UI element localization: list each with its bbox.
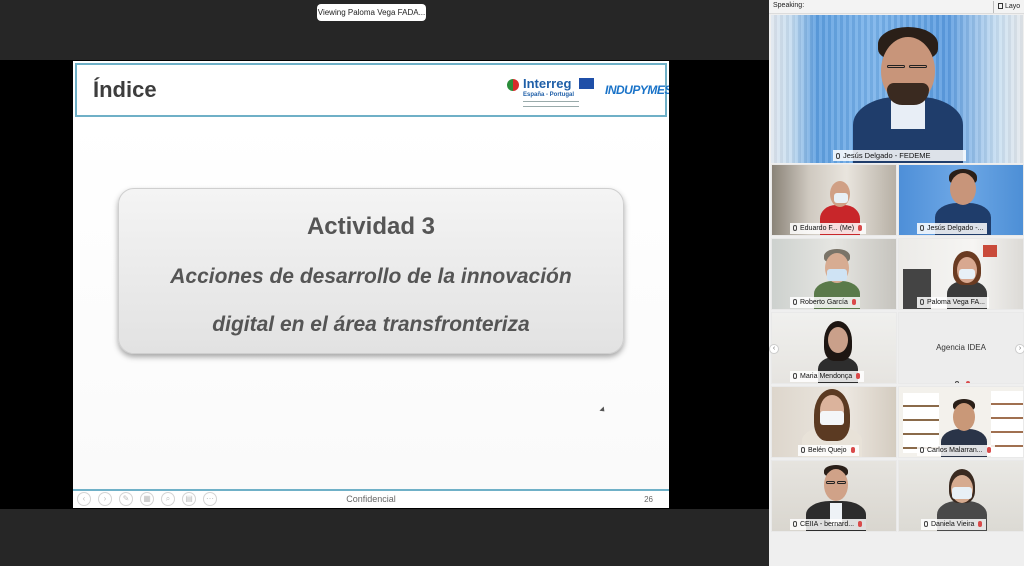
participant-name-label: Carlos Malarran...: [917, 445, 995, 456]
mic-icon: [801, 447, 805, 453]
participant-name-label: Maria Mendonça: [790, 371, 865, 382]
mic-icon: [924, 521, 928, 527]
footer-confidential: Confidencial: [346, 494, 396, 504]
interreg-flag-icon: [507, 79, 519, 91]
eu-flag-icon: [579, 78, 594, 89]
participant-name: CEIIA - bernard...: [800, 521, 855, 528]
participant-name: Carlos Malarran...: [927, 447, 983, 454]
participant-name-label: Jesús Delgado -...: [917, 223, 988, 234]
participant-tile[interactable]: Belén Quejo: [771, 386, 897, 458]
participants-panel: Speaking: Layo Jesús Delgado - FEDEME Ed…: [769, 0, 1024, 566]
active-speaker-video[interactable]: Jesús Delgado - FEDEME: [771, 15, 1023, 163]
participant-tile[interactable]: Agencia IDEA: [898, 312, 1024, 384]
layout-button[interactable]: Layo: [993, 1, 1020, 13]
mic-icon: [836, 153, 840, 159]
participant-tile[interactable]: Eduardo F... (Me): [771, 164, 897, 236]
participant-tile[interactable]: Roberto García: [771, 238, 897, 310]
indupymes-logo: INDUPYMES: [605, 83, 669, 97]
participant-name-label: Eduardo F... (Me): [790, 223, 867, 234]
participant-name: Jesús Delgado -...: [927, 225, 984, 232]
mic-icon: [793, 373, 797, 379]
participant-tile[interactable]: Daniela Vieira: [898, 460, 1024, 532]
scroll-left-arrow-icon[interactable]: ‹: [769, 344, 779, 354]
scroll-right-arrow-icon[interactable]: ›: [1015, 344, 1024, 354]
layout-label: Layo: [1005, 3, 1021, 10]
mic-status: [955, 373, 970, 383]
interreg-logo-subtitle: España - Portugal: [523, 92, 575, 98]
sidebar-top-bar: Speaking: Layo: [769, 0, 1024, 14]
participant-name: Daniela Vieira: [931, 521, 975, 528]
speaker-figure: [853, 27, 963, 163]
mic-icon: [955, 381, 959, 383]
participant-name: Eduardo F... (Me): [800, 225, 855, 232]
card-subtitle-line-2: digital en el área transfronteriza: [212, 313, 530, 336]
speaker-name: Jesús Delgado - FEDEME: [843, 151, 931, 160]
participant-name-label: Belén Quejo: [798, 445, 859, 456]
layout-icon: [998, 3, 1003, 9]
participant-name: Paloma Vega FA...: [927, 299, 985, 306]
slide-header: Índice Interreg España - Portugal INDUPY…: [75, 63, 669, 117]
slide-title: Índice: [93, 77, 157, 102]
slide-footer: ‹ › ✎ ▦ ⌕ ▤ ⋯ Confidencial 26: [73, 489, 669, 508]
speaking-label: Speaking:: [773, 2, 805, 9]
mic-muted-icon: [986, 447, 991, 453]
participant-name-only: Agencia IDEA: [936, 343, 986, 352]
participant-name-label: CEIIA - bernard...: [790, 519, 867, 530]
activity-card: Actividad 3 Acciones de desarrollo de la…: [118, 188, 624, 354]
interreg-logo: Interreg España - Portugal: [507, 75, 595, 111]
participant-tile[interactable]: Maria Mendonça: [771, 312, 897, 384]
card-title: Actividad 3: [306, 213, 436, 240]
participant-name: Maria Mendonça: [800, 373, 853, 380]
participant-name-label: Daniela Vieira: [921, 519, 987, 530]
participant-name-label: Roberto García: [790, 297, 860, 308]
participant-name: Belén Quejo: [808, 447, 847, 454]
bookshelf-left: [903, 393, 939, 453]
viewing-share-badge[interactable]: Viewing Paloma Vega FADA...: [317, 4, 426, 21]
card-subtitle-line-1: Acciones de desarrollo de la innovación: [170, 265, 572, 288]
slide-page-number: 26: [644, 495, 653, 504]
bookshelf-right: [991, 391, 1023, 457]
mic-icon: [793, 299, 797, 305]
interreg-logo-name: Interreg: [523, 76, 572, 91]
mic-muted-icon: [850, 447, 855, 453]
mic-icon: [793, 225, 797, 231]
presentation-slide: Índice Interreg España - Portugal INDUPY…: [73, 61, 669, 508]
mic-icon: [920, 299, 924, 305]
participant-name-label: Paloma Vega FA...: [917, 297, 989, 308]
participant-tile[interactable]: Paloma Vega FA...: [898, 238, 1024, 310]
screen-share-area: Viewing Paloma Vega FADA... Índice Inter…: [0, 0, 769, 566]
participant-tile[interactable]: Carlos Malarran...: [898, 386, 1024, 458]
mic-muted-icon: [856, 373, 861, 379]
mic-muted-icon: [858, 521, 863, 527]
participant-name: Roberto García: [800, 299, 848, 306]
speaker-name-label: Jesús Delgado - FEDEME: [833, 150, 966, 161]
mic-muted-icon: [966, 381, 970, 383]
participant-tile[interactable]: CEIIA - bernard...: [771, 460, 897, 532]
mic-muted-icon: [978, 521, 983, 527]
logo-fine-print: [523, 101, 579, 107]
mic-icon: [793, 521, 797, 527]
participant-tile[interactable]: Jesús Delgado -...: [898, 164, 1024, 236]
mic-icon: [920, 447, 924, 453]
zoom-window: Viewing Paloma Vega FADA... Índice Inter…: [0, 0, 1024, 566]
mic-muted-icon: [858, 225, 863, 231]
mic-icon: [920, 225, 924, 231]
mic-muted-icon: [851, 299, 856, 305]
